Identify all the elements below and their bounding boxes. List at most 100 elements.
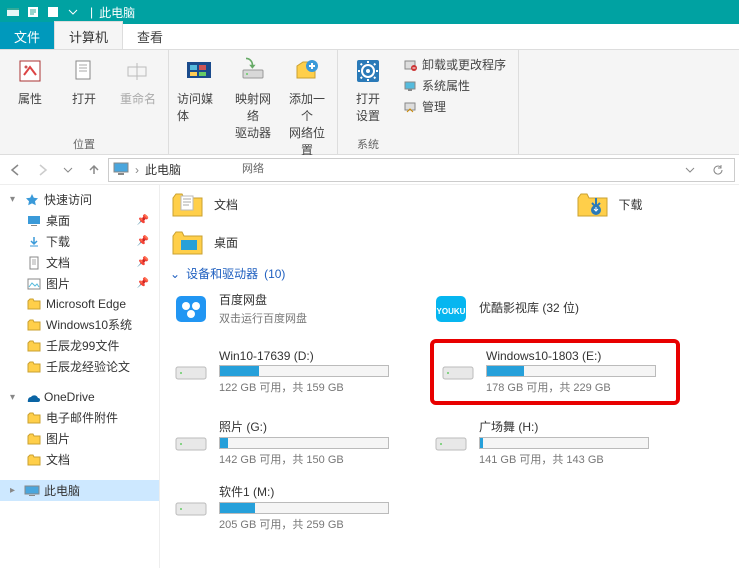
folder-icon [26, 452, 42, 468]
svg-text:YOUKU: YOUKU [437, 307, 466, 316]
folder-downloads[interactable]: 下载 [575, 189, 730, 219]
drive-name: 软件1 (M:) [219, 483, 407, 500]
drive-name: 广场舞 (H:) [479, 418, 667, 435]
drive-d[interactable]: Win10-17639 (D:)122 GB 可用，共 159 GB [170, 339, 410, 405]
drive-g[interactable]: 照片 (G:)142 GB 可用，共 150 GB [170, 415, 410, 470]
tree-documents[interactable]: 文档📌 [0, 252, 159, 273]
tree-label: 桌面 [46, 212, 70, 229]
content-pane[interactable]: 文档 下载 桌面 ⌄ 设备和驱动器 (10) 百度网盘双击运行百度网盘 [160, 185, 739, 568]
youku-icon: YOUKU [433, 294, 469, 324]
picture-icon [26, 276, 42, 292]
tree-label: 下载 [46, 233, 70, 250]
folder-documents[interactable]: 文档 [170, 189, 325, 219]
tree-w10-folder[interactable]: Windows10系统 [0, 314, 159, 335]
uninstall-label: 卸载或更改程序 [422, 56, 506, 73]
baidu-icon [173, 294, 209, 324]
system-menu-icon[interactable] [4, 3, 22, 21]
titlebar-separator: | [90, 5, 93, 19]
expand-icon[interactable]: ▾ [10, 194, 20, 205]
download-icon [26, 234, 42, 250]
drive-usage-bar [219, 502, 389, 514]
open-button[interactable]: 打开 [62, 54, 106, 107]
nav-recent-dropdown[interactable] [56, 158, 80, 182]
drive-e[interactable]: Windows10-1803 (E:)178 GB 可用，共 229 GB [430, 339, 680, 405]
address-refresh-icon[interactable] [706, 158, 730, 182]
address-dropdown-icon[interactable] [678, 158, 702, 182]
downloads-folder-icon [575, 189, 611, 219]
system-properties-button[interactable]: 系统属性 [402, 77, 506, 94]
tree-rcl99-folder[interactable]: 壬辰龙99文件 [0, 335, 159, 356]
address-bar[interactable]: › 此电脑 [108, 158, 735, 182]
expand-icon[interactable]: ▾ [10, 392, 20, 403]
star-icon [24, 192, 40, 208]
nav-forward-button[interactable] [30, 158, 54, 182]
properties-button[interactable]: 属性 [8, 54, 52, 107]
map-drive-icon [236, 54, 270, 88]
drive-h[interactable]: 广场舞 (H:) 141 GB 可用，共 143 GB [430, 415, 670, 470]
drive-usage-bar [479, 437, 649, 449]
qat-properties-icon[interactable] [24, 3, 42, 21]
qat-new-icon[interactable] [44, 3, 62, 21]
navigation-tree[interactable]: ▾ 快速访问 桌面📌 下载📌 文档📌 图片📌 Microsoft Edge Wi… [0, 185, 160, 568]
tab-computer[interactable]: 计算机 [54, 21, 123, 49]
folder-desktop[interactable]: 桌面 [170, 227, 410, 257]
folder-icon [26, 431, 42, 447]
drive-name: 百度网盘 [219, 291, 407, 308]
tree-onedrive-documents[interactable]: 文档 [0, 449, 159, 470]
sysprops-label: 系统属性 [422, 77, 470, 94]
tree-rclexp-folder[interactable]: 壬辰龙经验论文 [0, 356, 159, 377]
manage-button[interactable]: 管理 [402, 98, 506, 115]
add-netloc-label: 添加一个 网络位置 [285, 90, 329, 158]
desktop-folder-icon [170, 227, 206, 257]
rename-button[interactable]: 重命名 [116, 54, 160, 107]
documents-folder-icon [170, 189, 206, 219]
add-netloc-icon [290, 54, 324, 88]
tree-edge-folder[interactable]: Microsoft Edge [0, 294, 159, 314]
sysprops-icon [402, 78, 418, 94]
access-media-button[interactable]: 访问媒体 [177, 54, 221, 158]
window-title: 此电脑 [99, 4, 135, 21]
qat-dropdown-icon[interactable] [64, 3, 82, 21]
tree-email-attachments[interactable]: 电子邮件附件 [0, 407, 159, 428]
folder-label: 下载 [619, 196, 643, 213]
folder-icon [26, 338, 42, 354]
tree-label: 壬辰龙99文件 [46, 337, 119, 354]
breadcrumb-sep: › [135, 163, 139, 177]
pin-icon: 📌 [137, 278, 155, 289]
map-drive-button[interactable]: 映射网络 驱动器 [231, 54, 275, 158]
section-devices-drives[interactable]: ⌄ 设备和驱动器 (10) [170, 265, 729, 282]
folder-label: 桌面 [214, 234, 238, 251]
section-label: 设备和驱动器 [186, 265, 258, 282]
open-icon [67, 54, 101, 88]
add-network-location-button[interactable]: 添加一个 网络位置 [285, 54, 329, 158]
uninstall-programs-button[interactable]: 卸载或更改程序 [402, 56, 506, 73]
tree-label: 文档 [46, 451, 70, 468]
tree-label: 壬辰龙经验论文 [46, 358, 130, 375]
open-settings-button[interactable]: 打开 设置 [346, 54, 390, 124]
hdd-icon [173, 357, 209, 387]
drive-baidu[interactable]: 百度网盘双击运行百度网盘 [170, 288, 410, 329]
hdd-icon [433, 428, 469, 458]
tab-file[interactable]: 文件 [0, 22, 54, 49]
tree-this-pc[interactable]: ▸ 此电脑 [0, 480, 159, 501]
drive-subtext: 141 GB 可用，共 143 GB [479, 451, 667, 467]
drive-subtext: 178 GB 可用，共 229 GB [486, 379, 670, 395]
tree-pictures[interactable]: 图片📌 [0, 273, 159, 294]
drive-youku[interactable]: YOUKU 优酷影视库 (32 位) [430, 288, 670, 329]
nav-up-button[interactable] [82, 158, 106, 182]
tree-desktop[interactable]: 桌面📌 [0, 210, 159, 231]
drive-name: 优酷影视库 (32 位) [479, 299, 667, 316]
expand-icon[interactable]: ▸ [10, 485, 20, 496]
tree-downloads[interactable]: 下载📌 [0, 231, 159, 252]
tree-onedrive[interactable]: ▾ OneDrive [0, 387, 159, 407]
tree-quick-access[interactable]: ▾ 快速访问 [0, 189, 159, 210]
drive-m[interactable]: 软件1 (M:)205 GB 可用，共 259 GB [170, 480, 410, 535]
tree-onedrive-pictures[interactable]: 图片 [0, 428, 159, 449]
nav-back-button[interactable] [4, 158, 28, 182]
pin-icon: 📌 [137, 257, 155, 268]
tab-view[interactable]: 查看 [123, 22, 177, 49]
rename-label: 重命名 [120, 90, 156, 107]
breadcrumb-root[interactable]: 此电脑 [145, 161, 181, 178]
desktop-icon [26, 213, 42, 229]
section-count: (10) [264, 267, 285, 281]
